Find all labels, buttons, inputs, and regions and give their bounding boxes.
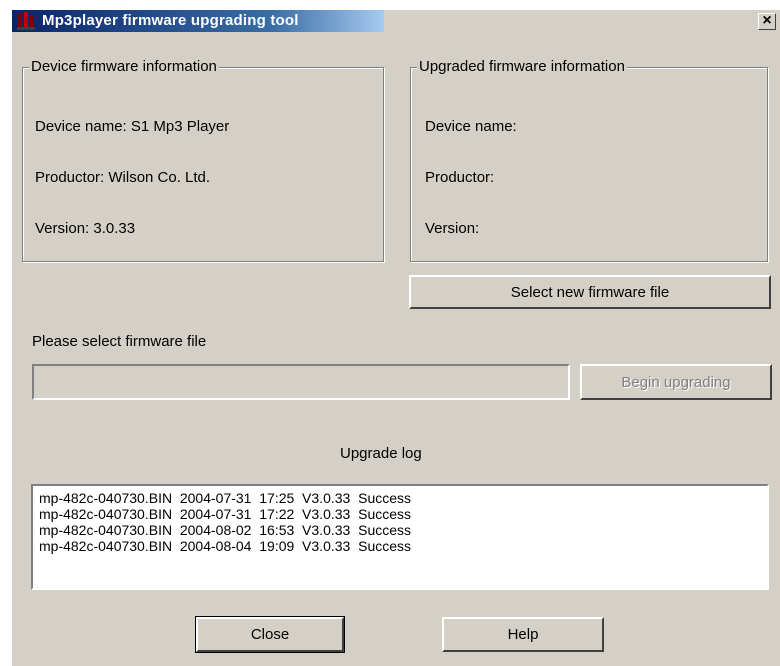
close-button[interactable]: Close [195,616,345,653]
begin-upgrading-button[interactable]: Begin upgrading [580,364,772,400]
upgraded-productor-label: Productor: [425,169,495,186]
title-bar[interactable]: Mp3player firmware upgrading tool × [12,10,780,32]
log-entry: mp-482c-040730.BIN 2004-07-31 17:22 V3.0… [39,506,412,522]
firmware-path-field[interactable] [32,364,570,400]
upgraded-firmware-group: Upgraded firmware information Device nam… [410,58,768,262]
device-firmware-legend: Device firmware information [29,58,219,75]
window-title: Mp3player firmware upgrading tool [42,12,299,29]
select-firmware-button[interactable]: Select new firmware file [409,275,771,309]
productor-label: Productor: Wilson Co. Ltd. [35,169,211,186]
device-firmware-group: Device firmware information Device name:… [22,58,384,262]
device-name-label: Device name: S1 Mp3 Player [35,118,230,135]
upgrade-log-list[interactable]: mp-482c-040730.BIN 2004-07-31 17:25 V3.0… [31,484,769,590]
version-label: Version: 3.0.33 [35,220,136,237]
help-button[interactable]: Help [442,617,604,652]
app-icon [17,12,35,30]
upgraded-device-name-label: Device name: [425,118,517,135]
upgrade-log-heading: Upgrade log [340,445,422,462]
upgraded-firmware-legend: Upgraded firmware information [417,58,627,75]
upgraded-version-label: Version: [425,220,480,237]
close-icon[interactable]: × [758,13,776,30]
dialog-window: Mp3player firmware upgrading tool × Devi… [12,10,780,666]
log-entry: mp-482c-040730.BIN 2004-08-02 16:53 V3.0… [39,522,412,538]
log-entry: mp-482c-040730.BIN 2004-07-31 17:25 V3.0… [39,490,412,506]
log-entry: mp-482c-040730.BIN 2004-08-04 19:09 V3.0… [39,538,412,554]
firmware-prompt-label: Please select firmware file [32,333,207,350]
